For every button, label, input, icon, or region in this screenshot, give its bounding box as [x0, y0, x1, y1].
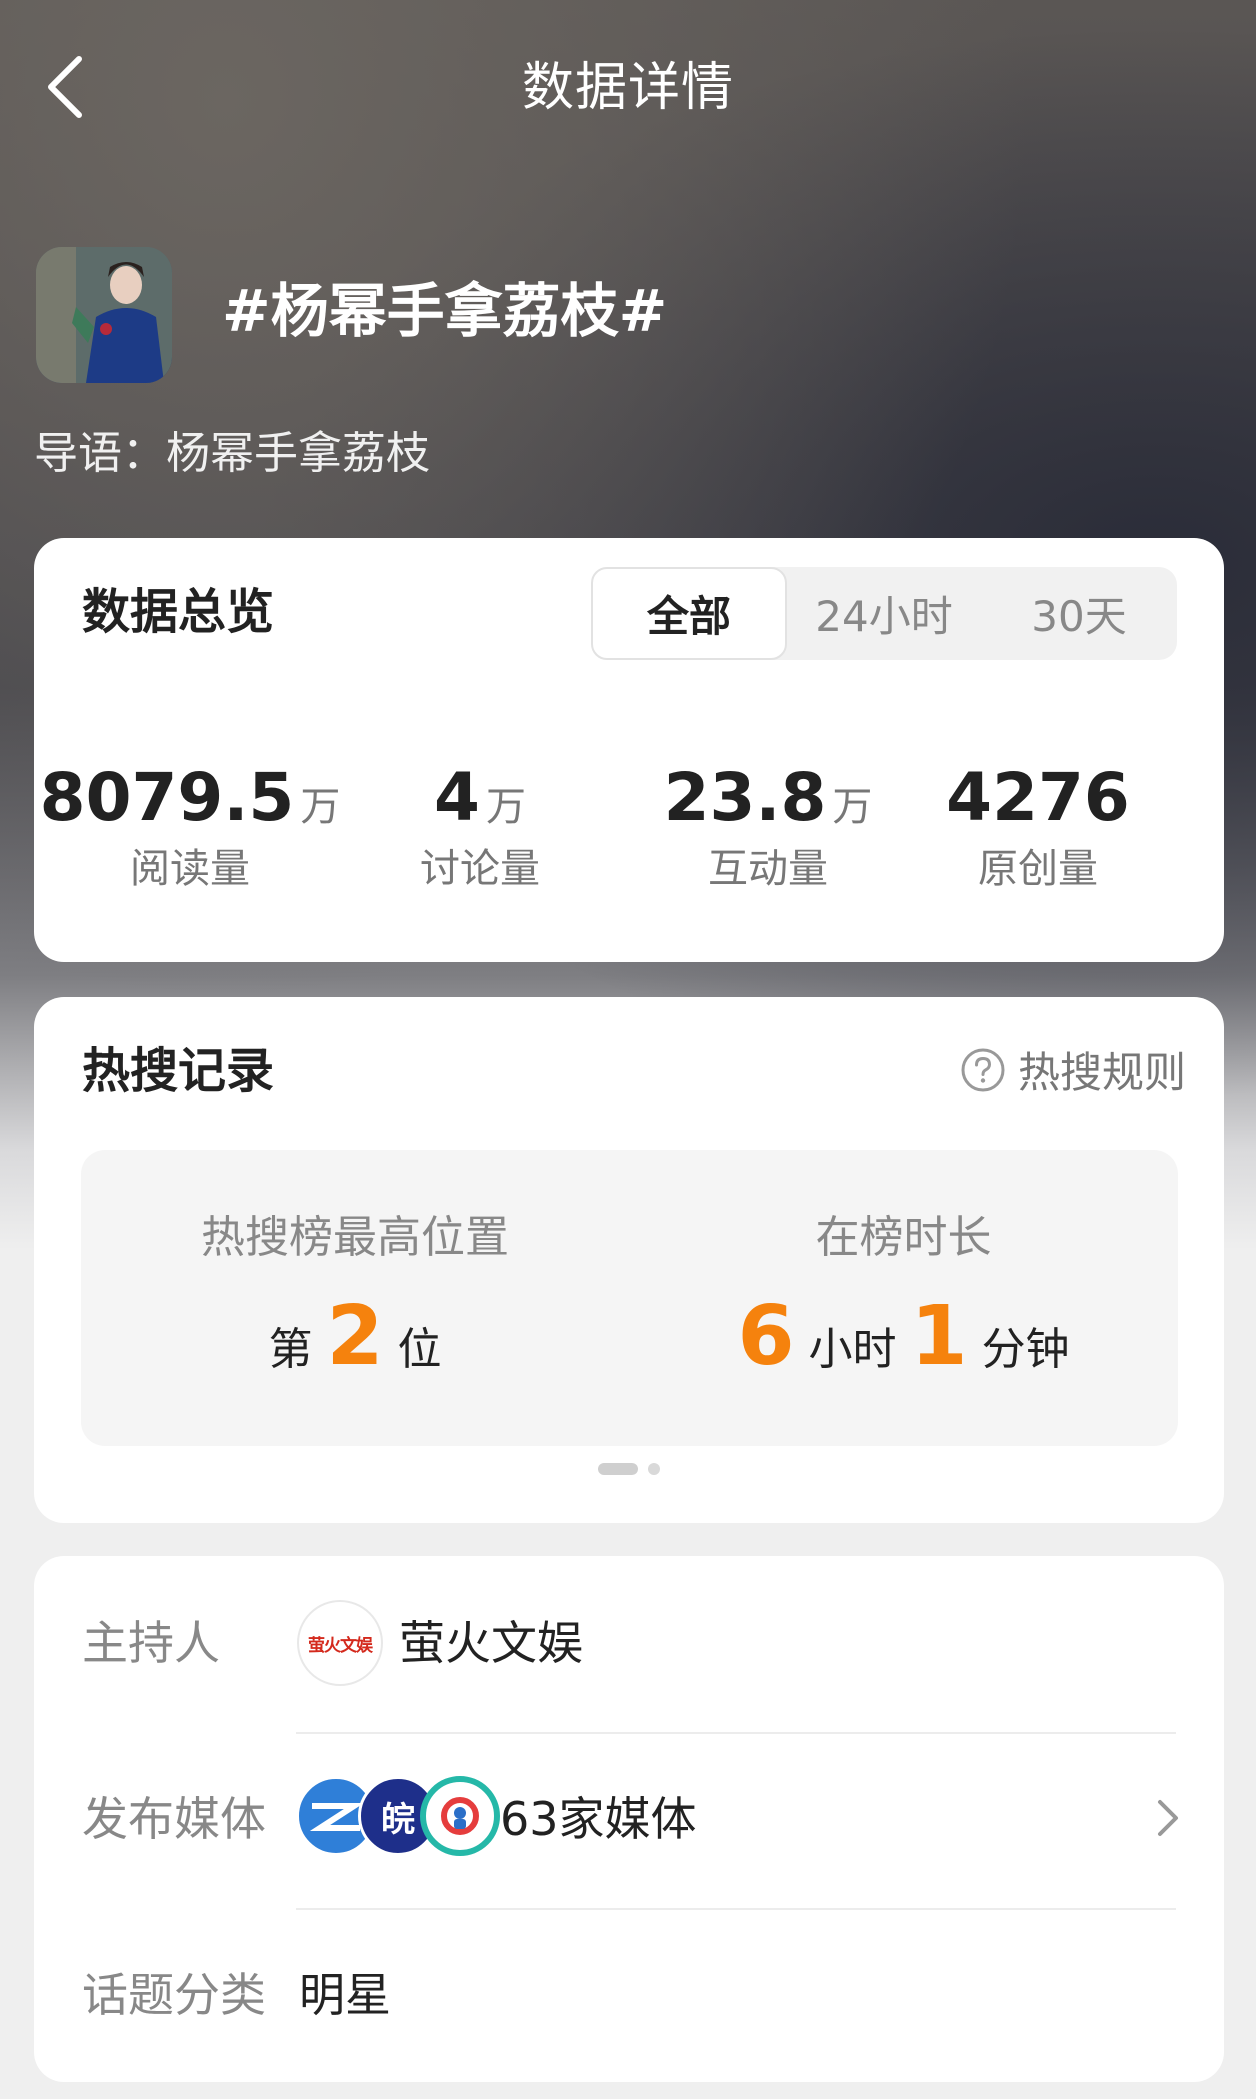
divider [296, 1732, 1176, 1734]
position-prefix: 第 [268, 1324, 313, 1375]
stat-unit: 万 [485, 784, 526, 830]
stat-value: 8079.5 [39, 759, 295, 836]
category-value: 明星 [299, 1968, 391, 2022]
overview-title: 数据总览 [82, 584, 275, 640]
stat-value: 23.8 [663, 759, 827, 836]
topic-avatar [36, 247, 172, 383]
on-list-duration: 在榜时长 6 小时 1 分钟 [629, 1210, 1178, 1382]
rules-label: 热搜规则 [1017, 1048, 1186, 1097]
duration-hours: 6 [737, 1289, 795, 1384]
host-row[interactable]: 主持人 萤火文娱 萤火文娱 [34, 1578, 1224, 1708]
stat-unit: 万 [832, 784, 873, 830]
stats-row: 8079.5 万 阅读量 4 万 讨论量 23.8 万 互动量 4276 原创量 [34, 758, 1224, 898]
time-range-tabs: 全部 24小时 30天 [591, 567, 1177, 660]
stat-label: 原创量 [978, 846, 1098, 892]
media-logo-3 [420, 1776, 500, 1856]
page-dot [648, 1463, 660, 1475]
position-suffix: 位 [397, 1324, 442, 1375]
host-avatar: 萤火文娱 [297, 1600, 383, 1686]
topic-intro: 导语：杨幂手拿荔枝 [34, 428, 430, 479]
media-label: 发布媒体 [82, 1792, 266, 1846]
topic-info-card: 主持人 萤火文娱 萤火文娱 发布媒体 皖 63家媒体 话题分类 明星 [34, 1556, 1224, 2082]
page-title: 数据详情 [521, 58, 734, 118]
category-row: 话题分类 明星 [34, 1930, 1224, 2060]
tab-24h[interactable]: 24小时 [787, 567, 981, 660]
duration-minutes-unit: 分钟 [981, 1324, 1070, 1375]
stat-label: 阅读量 [130, 846, 250, 892]
duration-label: 在榜时长 [815, 1212, 992, 1263]
stat-label: 讨论量 [420, 846, 540, 892]
chevron-right-icon [1158, 1800, 1178, 1836]
host-name: 萤火文娱 [399, 1616, 583, 1670]
hot-search-title: 热搜记录 [82, 1043, 275, 1099]
page-dot-active [598, 1463, 638, 1475]
media-count: 63家媒体 [500, 1792, 697, 1846]
stat-value: 4 [434, 759, 480, 836]
tab-all[interactable]: 全部 [591, 567, 787, 660]
category-label: 话题分类 [82, 1968, 266, 2022]
page-indicator [598, 1463, 660, 1475]
question-circle-icon [961, 1048, 1005, 1091]
top-bar: 数据详情 [0, 40, 1256, 140]
highest-position: 热搜榜最高位置 第 2 位 [81, 1210, 629, 1382]
stat-interactions: 23.8 万 互动量 [664, 758, 873, 896]
duration-hours-unit: 小时 [808, 1324, 897, 1375]
stat-unit: 万 [300, 784, 341, 830]
host-label: 主持人 [82, 1616, 220, 1670]
hot-search-card: 热搜记录 热搜规则 热搜榜最高位置 第 2 位 在榜时长 6 小时 1 分钟 [34, 997, 1224, 1523]
stat-discussions: 4 万 讨论量 [410, 758, 550, 896]
divider [296, 1908, 1176, 1910]
stat-originals: 4276 原创量 [946, 758, 1130, 896]
hot-search-rules-link[interactable]: 热搜规则 [960, 1039, 1186, 1100]
position-value: 2 [326, 1289, 384, 1384]
stat-value: 4276 [946, 759, 1130, 836]
topic-title: #杨幂手拿荔枝# [222, 277, 668, 345]
stat-label: 互动量 [708, 846, 828, 892]
highest-position-label: 热搜榜最高位置 [201, 1212, 509, 1263]
duration-minutes: 1 [910, 1289, 968, 1384]
media-row[interactable]: 发布媒体 皖 63家媒体 [34, 1754, 1224, 1884]
tab-30d[interactable]: 30天 [981, 567, 1177, 660]
stat-reads: 8079.5 万 阅读量 [40, 758, 341, 896]
hot-search-stats-panel[interactable]: 热搜榜最高位置 第 2 位 在榜时长 6 小时 1 分钟 [81, 1150, 1178, 1446]
data-overview-card: 数据总览 全部 24小时 30天 8079.5 万 阅读量 4 万 讨论量 23… [34, 538, 1224, 962]
